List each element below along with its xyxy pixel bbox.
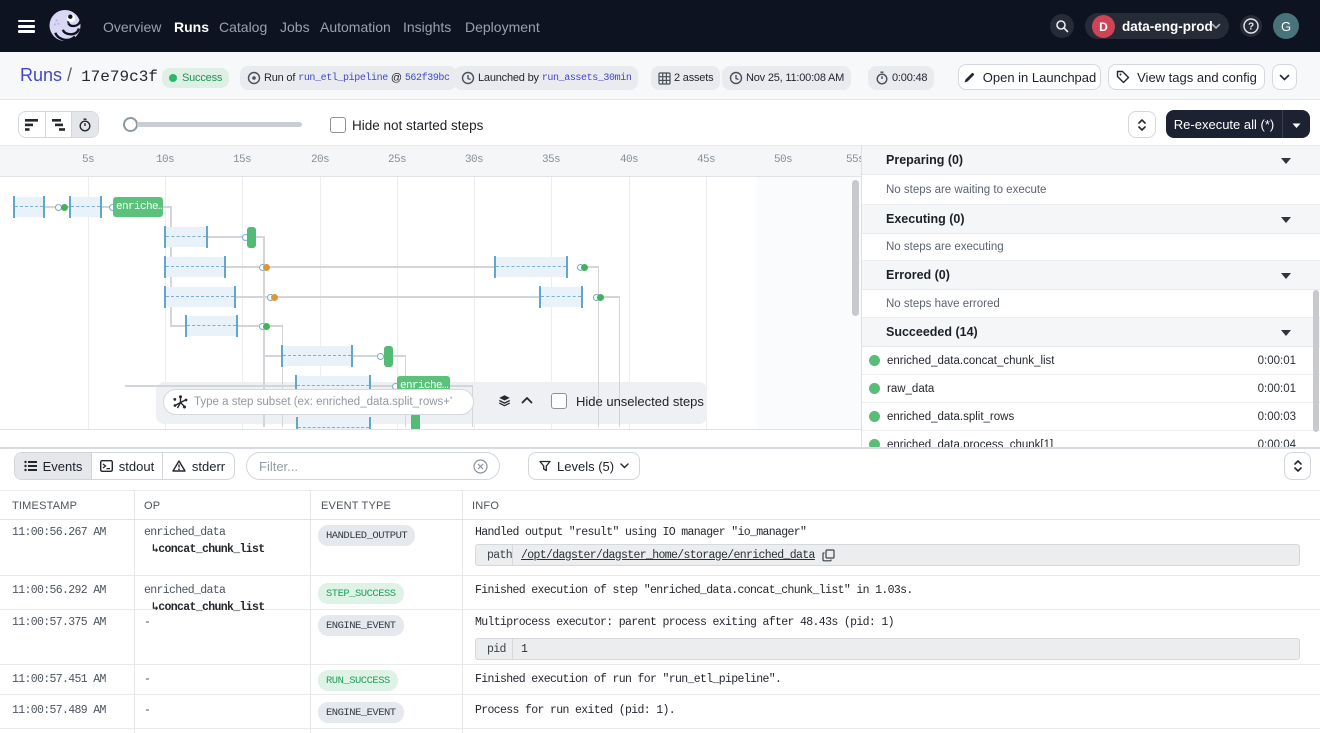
svg-text:?: ?	[1248, 22, 1254, 33]
